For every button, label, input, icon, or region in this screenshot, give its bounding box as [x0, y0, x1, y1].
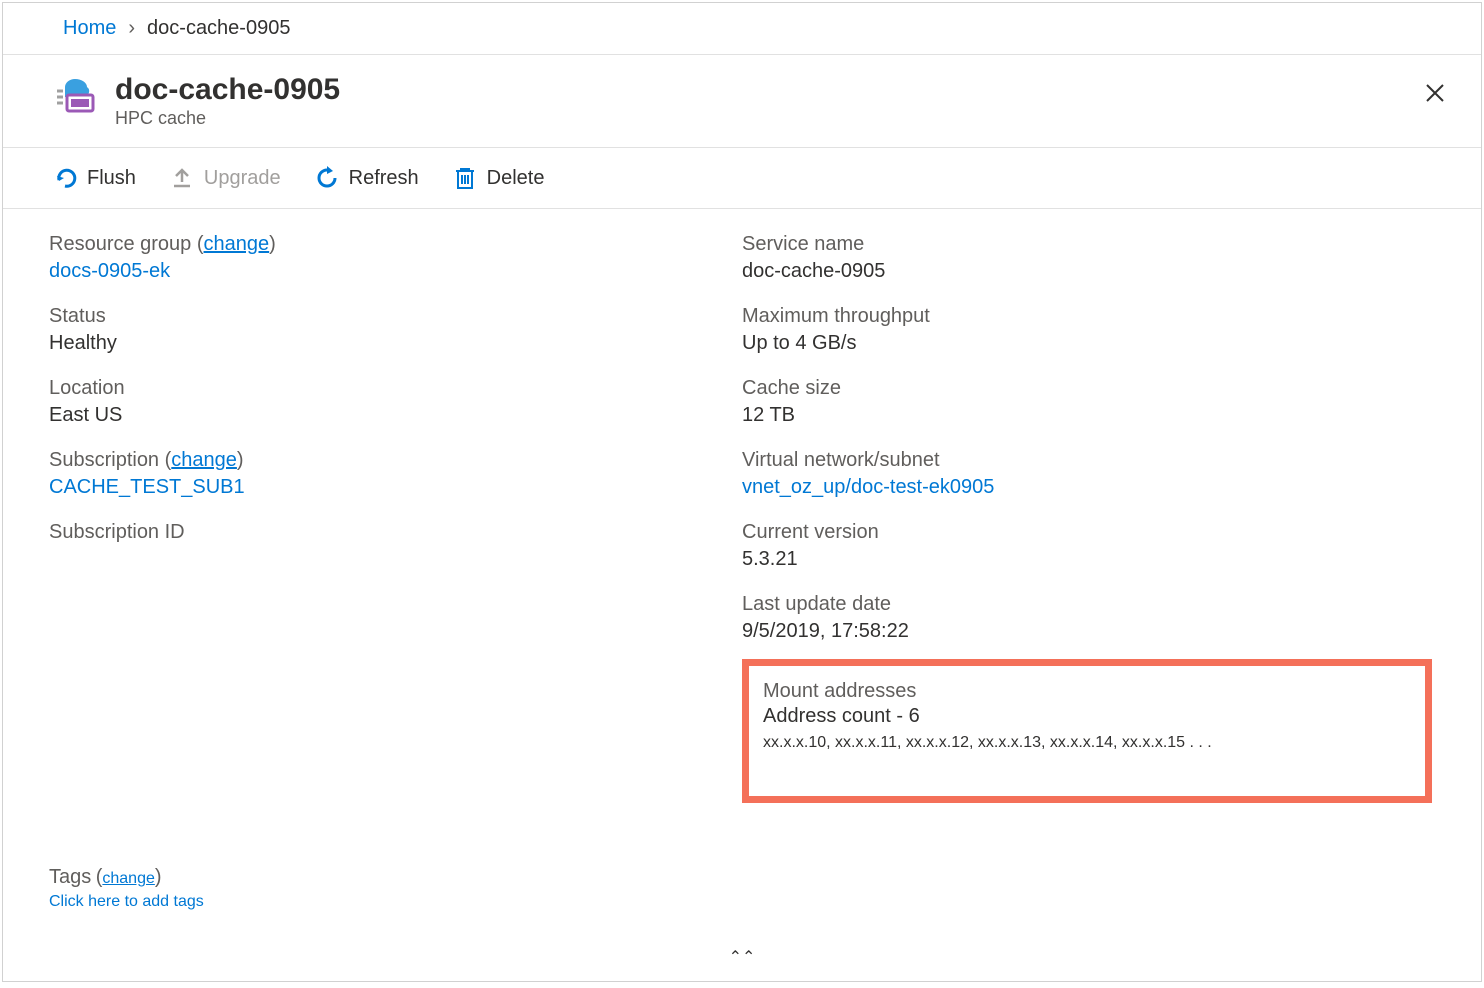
- tags-label: Tags: [49, 866, 91, 888]
- last-update-value: 9/5/2019, 17:58:22: [742, 620, 1435, 643]
- breadcrumb: Home › doc-cache-0905: [3, 3, 1481, 55]
- subscription-field: Subscription (change) CACHE_TEST_SUB1: [49, 449, 742, 499]
- mount-addresses-list: xx.x.x.10, xx.x.x.11, xx.x.x.12, xx.x.x.…: [763, 734, 1411, 752]
- resource-group-field: Resource group (change) docs-0905-ek: [49, 233, 742, 283]
- subscription-change-link[interactable]: change: [171, 449, 237, 471]
- current-version-field: Current version 5.3.21: [742, 521, 1435, 571]
- upgrade-icon: [170, 166, 194, 190]
- page-title: doc-cache-0905: [115, 73, 340, 106]
- resource-group-change-link[interactable]: change: [204, 233, 270, 255]
- mount-addresses-highlight: Mount addresses Address count - 6 xx.x.x…: [742, 659, 1432, 803]
- location-field: Location East US: [49, 377, 742, 427]
- subscription-label: Subscription: [49, 449, 159, 471]
- flush-label: Flush: [87, 167, 136, 190]
- subscription-value[interactable]: CACHE_TEST_SUB1: [49, 476, 245, 498]
- flush-button[interactable]: Flush: [53, 166, 136, 190]
- delete-icon: [453, 166, 477, 190]
- add-tags-link[interactable]: Click here to add tags: [49, 893, 204, 910]
- service-name-value: doc-cache-0905: [742, 260, 1435, 283]
- max-throughput-field: Maximum throughput Up to 4 GB/s: [742, 305, 1435, 355]
- service-name-field: Service name doc-cache-0905: [742, 233, 1435, 283]
- status-value: Healthy: [49, 332, 742, 355]
- delete-button[interactable]: Delete: [453, 166, 545, 190]
- current-version-label: Current version: [742, 521, 1435, 544]
- vnet-field: Virtual network/subnet vnet_oz_up/doc-te…: [742, 449, 1435, 499]
- collapse-button[interactable]: ⌃⌃: [729, 947, 756, 967]
- delete-label: Delete: [487, 167, 545, 190]
- mount-addresses-count: Address count - 6: [763, 705, 1411, 728]
- breadcrumb-current: doc-cache-0905: [147, 17, 290, 40]
- status-label: Status: [49, 305, 742, 328]
- tags-change-link[interactable]: change: [102, 870, 155, 887]
- upgrade-label: Upgrade: [204, 167, 281, 190]
- vnet-value[interactable]: vnet_oz_up/doc-test-ek0905: [742, 476, 994, 498]
- max-throughput-value: Up to 4 GB/s: [742, 332, 1435, 355]
- current-version-value: 5.3.21: [742, 548, 1435, 571]
- refresh-button[interactable]: Refresh: [315, 166, 419, 190]
- hpc-cache-icon: [49, 73, 97, 121]
- resource-group-value[interactable]: docs-0905-ek: [49, 260, 170, 282]
- cache-size-value: 12 TB: [742, 404, 1435, 427]
- right-column: Service name doc-cache-0905 Maximum thro…: [742, 233, 1435, 803]
- tags-field: Tags (change) Click here to add tags: [49, 866, 204, 911]
- max-throughput-label: Maximum throughput: [742, 305, 1435, 328]
- left-column: Resource group (change) docs-0905-ek Sta…: [49, 233, 742, 803]
- service-name-label: Service name: [742, 233, 1435, 256]
- location-value: East US: [49, 404, 742, 427]
- location-label: Location: [49, 377, 742, 400]
- last-update-label: Last update date: [742, 593, 1435, 616]
- overview-content: Resource group (change) docs-0905-ek Sta…: [3, 209, 1481, 803]
- page-header: doc-cache-0905 HPC cache: [3, 55, 1481, 148]
- close-button[interactable]: [1421, 79, 1449, 107]
- subscription-id-field: Subscription ID: [49, 521, 742, 544]
- last-update-field: Last update date 9/5/2019, 17:58:22: [742, 593, 1435, 643]
- command-bar: Flush Upgrade Refresh Delete: [3, 148, 1481, 209]
- mount-addresses-label: Mount addresses: [763, 680, 1411, 703]
- resource-group-label: Resource group: [49, 233, 191, 255]
- refresh-label: Refresh: [349, 167, 419, 190]
- chevron-right-icon: ›: [128, 17, 135, 40]
- flush-icon: [53, 166, 77, 190]
- cache-size-label: Cache size: [742, 377, 1435, 400]
- cache-size-field: Cache size 12 TB: [742, 377, 1435, 427]
- vnet-label: Virtual network/subnet: [742, 449, 1435, 472]
- status-field: Status Healthy: [49, 305, 742, 355]
- breadcrumb-home[interactable]: Home: [63, 17, 116, 40]
- subscription-id-label: Subscription ID: [49, 521, 742, 544]
- close-icon: [1425, 83, 1445, 103]
- chevron-up-icon: ⌃⌃: [729, 949, 756, 966]
- page-subtitle: HPC cache: [115, 108, 340, 129]
- upgrade-button: Upgrade: [170, 166, 281, 190]
- refresh-icon: [315, 166, 339, 190]
